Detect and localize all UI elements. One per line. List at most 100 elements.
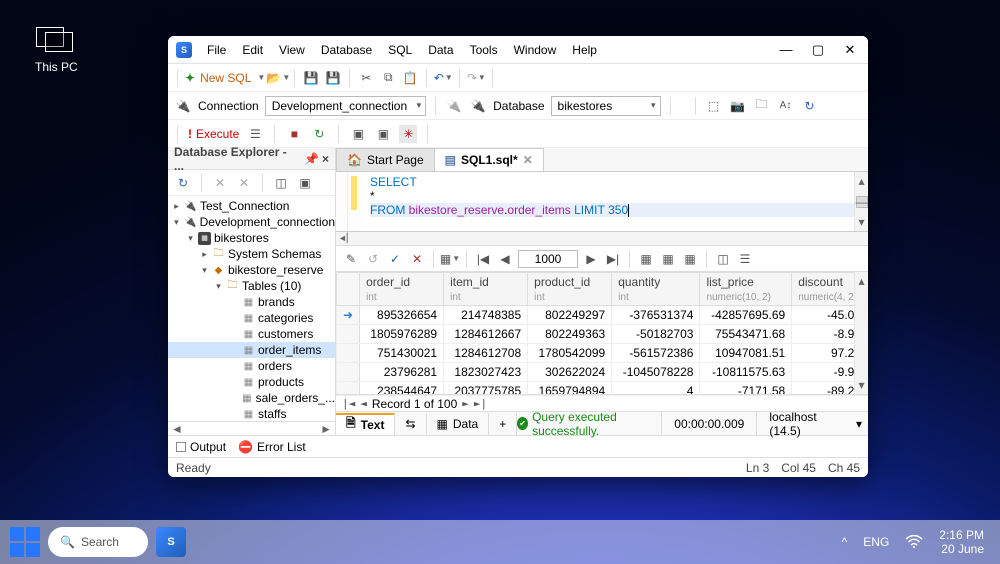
taskbar-app-icon[interactable]: S — [156, 527, 186, 557]
tree-tool-4[interactable]: ▣ — [296, 174, 314, 192]
exec-option-icon[interactable]: ☰ — [246, 125, 264, 143]
result-collapse-icon[interactable]: ▾ — [850, 417, 868, 431]
rec-last[interactable]: ►| — [474, 397, 487, 410]
rec-first[interactable]: |◄ — [342, 397, 355, 410]
menu-window[interactable]: Window — [507, 39, 564, 61]
tree-tool-3[interactable]: ◫ — [272, 174, 290, 192]
tool-icon-1[interactable]: ⬚ — [705, 97, 723, 115]
exec-tool-2[interactable]: ▣ — [374, 125, 392, 143]
undo-button[interactable]: ↶▼ — [434, 69, 452, 87]
col-product-id[interactable]: product_idint — [528, 273, 612, 306]
execute-button[interactable]: Execute — [188, 127, 239, 141]
tray-lang[interactable]: ENG — [863, 535, 889, 549]
menu-view[interactable]: View — [272, 39, 312, 61]
menu-edit[interactable]: Edit — [235, 39, 270, 61]
grid-view-icon-4[interactable]: ◫ — [714, 250, 732, 268]
result-tab-data[interactable]: ▦Data — [427, 413, 490, 435]
refresh-tree-button[interactable]: ↻ — [174, 174, 192, 192]
database-select[interactable]: bikestores — [551, 96, 661, 116]
rec-next[interactable]: ► — [462, 397, 469, 410]
grid-vscroll[interactable]: ▴▾ — [854, 272, 868, 394]
menu-help[interactable]: Help — [565, 39, 604, 61]
editor-vscroll[interactable]: ▴—▾ — [854, 172, 868, 231]
refresh-button[interactable]: ↻ — [801, 97, 819, 115]
tree-table-products[interactable]: ▸▦products — [168, 374, 335, 390]
grid-apply-icon[interactable]: ✓ — [386, 250, 404, 268]
nav-prev-icon[interactable]: ◀ — [496, 250, 514, 268]
tray-wifi-icon[interactable] — [905, 535, 923, 549]
refresh-exec-button[interactable]: ↻ — [310, 125, 328, 143]
tree-node-tables[interactable]: ▾🗀Tables (10) — [168, 278, 335, 294]
error-list-tab[interactable]: ⛔Error List — [238, 440, 306, 454]
rec-prev[interactable]: ◄ — [360, 397, 367, 410]
open-recent-button[interactable]: 📂▼ — [269, 69, 287, 87]
table-row[interactable]: ➜895326654214748385802249297-376531374-4… — [337, 306, 868, 325]
panel-close-icon[interactable]: × — [322, 152, 329, 166]
tray-chevron-icon[interactable]: ^ — [842, 535, 848, 549]
nav-next-icon[interactable]: ▶ — [582, 250, 600, 268]
tree-node-dev-connection[interactable]: ▾🔌Development_connection — [168, 214, 335, 230]
paste-button[interactable]: 📋 — [401, 69, 419, 87]
exec-tool-1[interactable]: ▣ — [349, 125, 367, 143]
table-row[interactable]: 75143002112846127081780542099-5615723861… — [337, 344, 868, 363]
menu-database[interactable]: Database — [314, 39, 379, 61]
db-icon[interactable]: 🔌 — [469, 97, 487, 115]
copy-button[interactable]: ⧉ — [379, 69, 397, 87]
table-row[interactable]: 237962811823027423302622024-1045078228-1… — [337, 363, 868, 382]
save-all-button[interactable]: 💾 — [324, 69, 342, 87]
cut-button[interactable]: ✂ — [357, 69, 375, 87]
tree-table-staffs[interactable]: ▸▦staffs — [168, 406, 335, 421]
page-size-input[interactable]: 1000 — [518, 250, 578, 268]
tree-node-system-schemas[interactable]: ▸🗀System Schemas — [168, 246, 335, 262]
connection-select[interactable]: Development_connection — [265, 96, 426, 116]
tree-node-test-connection[interactable]: ▸🔌Test_Connection — [168, 198, 335, 214]
tree-table-categories[interactable]: ▸▦categories — [168, 310, 335, 326]
tree-table-order-items[interactable]: ▸▦order_items — [168, 342, 335, 358]
tab-start-page[interactable]: 🏠Start Page — [336, 148, 435, 171]
grid-edit-icon[interactable]: ✎ — [342, 250, 360, 268]
result-grid[interactable]: order_idint item_idint product_idint qua… — [336, 272, 868, 395]
db-tree[interactable]: ▸🔌Test_Connection ▾🔌Development_connecti… — [168, 196, 335, 421]
grid-layout-icon[interactable]: ▦▼ — [441, 250, 459, 268]
tool-icon-3[interactable]: 🗀 — [753, 97, 771, 115]
editor-hscroll[interactable]: ◄▏ — [336, 232, 868, 246]
grid-view-icon-1[interactable]: ▦ — [637, 250, 655, 268]
grid-revert-icon[interactable]: ↺ — [364, 250, 382, 268]
window-minimize-button[interactable]: — — [770, 36, 802, 64]
menu-data[interactable]: Data — [421, 39, 460, 61]
result-tab-swap[interactable]: ⇆ — [395, 413, 426, 435]
tool-icon-2[interactable]: 📷 — [729, 97, 747, 115]
grid-view-icon-3[interactable]: ▦ — [681, 250, 699, 268]
tree-tool-1[interactable]: ✕ — [211, 174, 229, 192]
menu-tools[interactable]: Tools — [463, 39, 505, 61]
tree-table-orders[interactable]: ▸▦orders — [168, 358, 335, 374]
redo-button[interactable]: ↷▼ — [467, 69, 485, 87]
result-tab-add[interactable]: + — [489, 413, 517, 435]
col-order-id[interactable]: order_idint — [360, 273, 444, 306]
tray-clock[interactable]: 2:16 PM 20 June — [939, 528, 984, 557]
tree-node-bikestores[interactable]: ▾▦bikestores — [168, 230, 335, 246]
desktop-this-pc[interactable]: This PC — [35, 24, 78, 74]
tree-table-customers[interactable]: ▸▦customers — [168, 326, 335, 342]
result-tab-text[interactable]: 🗎Text — [336, 413, 395, 435]
nav-last-icon[interactable]: ▶| — [604, 250, 622, 268]
tab-close-icon[interactable]: ✕ — [523, 153, 533, 167]
col-list-price[interactable]: list_pricenumeric(10, 2) — [700, 273, 792, 306]
exec-tool-3[interactable]: ✳ — [399, 125, 417, 143]
new-sql-button[interactable]: ✦ New SQL▼ — [185, 71, 265, 85]
output-tab[interactable]: Output — [176, 440, 226, 454]
tab-sql1[interactable]: ▤SQL1.sql*✕ — [434, 148, 544, 171]
tool-icon-4[interactable]: A↕ — [777, 97, 795, 115]
taskbar-search[interactable]: 🔍Search — [48, 527, 148, 557]
table-row[interactable]: 238544647203777578516597948944-7171.58-8… — [337, 382, 868, 396]
window-close-button[interactable]: ✕ — [834, 36, 866, 64]
tree-table-sale-orders[interactable]: ▸▦sale_orders_... — [168, 390, 335, 406]
col-item-id[interactable]: item_idint — [444, 273, 528, 306]
sql-editor[interactable]: SELECT * FROM bikestore_reserve.order_it… — [336, 172, 868, 232]
stop-button[interactable]: ■ — [285, 125, 303, 143]
menu-sql[interactable]: SQL — [381, 39, 419, 61]
disconnect-icon[interactable]: 🔌 — [445, 97, 463, 115]
col-quantity[interactable]: quantityint — [612, 273, 700, 306]
connect-icon[interactable]: 🔌 — [174, 97, 192, 115]
table-row[interactable]: 18059762891284612667802249363-5018270375… — [337, 325, 868, 344]
